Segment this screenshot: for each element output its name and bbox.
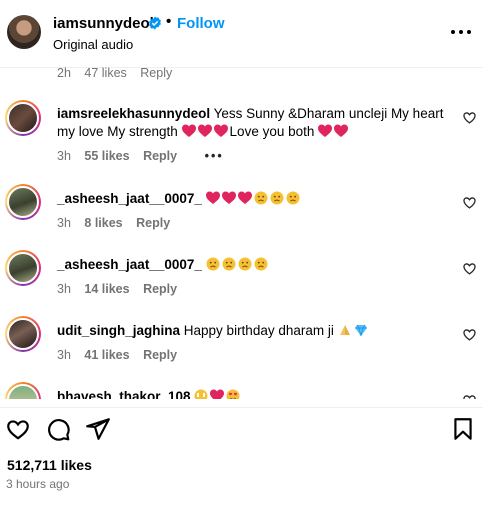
gem-emoji	[354, 324, 367, 337]
red-heart-emoji	[181, 124, 196, 137]
post-header: iamsunnydeol • Follow Original audio	[0, 0, 483, 68]
sad-face-emoji	[238, 257, 252, 271]
comment-text: _asheesh_jaat__0007_	[57, 256, 447, 274]
sad-face-emoji	[254, 257, 268, 271]
action-bar	[0, 407, 483, 447]
red-heart-emoji	[334, 124, 349, 137]
commenter-username[interactable]: bhavesh_thakor_108	[57, 389, 191, 399]
comment-likes[interactable]: 55 likes	[84, 149, 129, 163]
share-icon[interactable]	[85, 416, 111, 442]
audio-label[interactable]: Original audio	[53, 37, 133, 52]
comment-more-icon[interactable]: •••	[205, 149, 224, 163]
comment-time: 3h	[57, 348, 71, 362]
commenter-avatar[interactable]	[5, 382, 41, 399]
heart-icon[interactable]	[463, 263, 476, 275]
follow-button[interactable]: Follow	[177, 15, 225, 32]
commenter-avatar[interactable]	[5, 250, 41, 286]
comment-meta: 3h 55 likes Reply •••	[57, 149, 234, 163]
comment-text: _asheesh_jaat__0007_	[57, 190, 447, 208]
comment-icon[interactable]	[45, 416, 71, 442]
heart-icon[interactable]	[463, 329, 476, 341]
comment-time: 3h	[57, 149, 71, 163]
comment-time: 3h	[57, 282, 71, 296]
sad-face-emoji	[206, 257, 220, 271]
sad-face-emoji	[270, 191, 284, 205]
post-timestamp[interactable]: 3 hours ago	[6, 477, 69, 491]
red-heart-emoji	[318, 124, 333, 137]
reply-button[interactable]: Reply	[143, 282, 177, 296]
comment-likes[interactable]: 47 likes	[84, 66, 126, 80]
commenter-username[interactable]: iamsreelekhasunnydeol	[57, 106, 210, 121]
comment-likes[interactable]: 41 likes	[84, 348, 129, 362]
commenter-username[interactable]: _asheesh_jaat__0007_	[57, 191, 202, 206]
sad-face-emoji	[222, 257, 236, 271]
red-heart-emoji	[210, 389, 225, 399]
comment-time: 2h	[57, 66, 71, 80]
comment-likes[interactable]: 14 likes	[84, 282, 129, 296]
reply-button[interactable]: Reply	[136, 216, 170, 230]
red-heart-emoji	[221, 191, 236, 204]
commenter-username[interactable]: udit_singh_jaghina	[57, 323, 180, 338]
sad-face-emoji	[286, 191, 300, 205]
author-username[interactable]: iamsunnydeol	[53, 15, 154, 32]
reply-button[interactable]: Reply	[140, 66, 172, 80]
heart-icon[interactable]	[463, 197, 476, 209]
reply-button[interactable]: Reply	[143, 149, 177, 163]
red-heart-emoji	[213, 124, 228, 137]
sad-face-emoji	[254, 191, 268, 205]
face-emoji	[194, 389, 208, 399]
heart-eyes-emoji	[226, 389, 240, 399]
likes-count[interactable]: 512,711 likes	[7, 457, 92, 473]
verified-badge-icon	[149, 16, 161, 30]
comments-list[interactable]: 2h 47 likes Reply iamsreelekhasunnydeol …	[0, 60, 483, 399]
comment-time: 3h	[57, 216, 71, 230]
comment-text: iamsreelekhasunnydeol Yess Sunny &Dharam…	[57, 106, 444, 139]
heart-icon[interactable]	[5, 416, 31, 442]
more-options-icon[interactable]	[450, 22, 472, 40]
comment-text: udit_singh_jaghina Happy birthday dharam…	[57, 322, 447, 340]
red-heart-emoji	[197, 124, 212, 137]
reply-button[interactable]: Reply	[143, 348, 177, 362]
commenter-avatar[interactable]	[5, 316, 41, 352]
commenter-username[interactable]: _asheesh_jaat__0007_	[57, 257, 202, 272]
comment-meta: 2h 47 likes Reply	[57, 66, 182, 80]
comment-meta: 3h 8 likes Reply	[57, 216, 180, 230]
commenter-avatar[interactable]	[5, 184, 41, 220]
heart-icon[interactable]	[463, 395, 476, 399]
folded-hands-emoji	[339, 325, 350, 335]
red-heart-emoji	[205, 191, 220, 204]
comment-meta: 3h 14 likes Reply	[57, 282, 187, 296]
comment-text: bhavesh_thakor_108	[57, 388, 447, 399]
comment-meta: 3h 41 likes Reply	[57, 348, 187, 362]
author-avatar[interactable]	[7, 15, 41, 49]
red-heart-emoji	[237, 191, 252, 204]
commenter-avatar[interactable]	[5, 100, 41, 136]
heart-icon[interactable]	[463, 112, 476, 124]
header-separator: •	[166, 13, 172, 30]
comment-likes[interactable]: 8 likes	[84, 216, 122, 230]
bookmark-icon[interactable]	[450, 416, 476, 442]
